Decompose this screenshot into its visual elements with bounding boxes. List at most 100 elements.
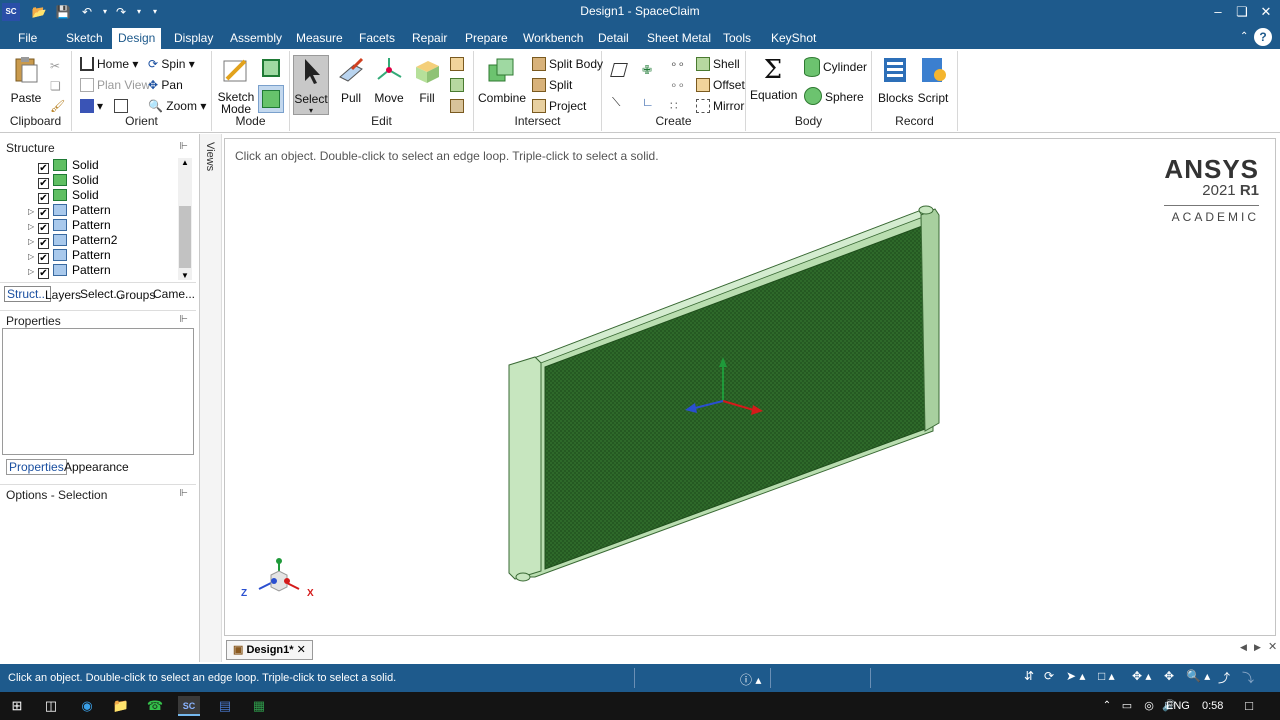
pull-button[interactable]: Pull xyxy=(334,55,368,105)
redo-view-icon[interactable]: ⤵ xyxy=(1242,669,1254,686)
windows-start-icon[interactable]: ⊞ xyxy=(6,696,28,716)
blocks-button[interactable]: Blocks xyxy=(878,55,913,105)
pan-status-icon[interactable]: ✥ xyxy=(1164,669,1174,683)
sphere-button[interactable]: Sphere xyxy=(804,87,864,105)
replace-icon[interactable] xyxy=(450,97,467,115)
tree-item[interactable]: ▷ ✔ Pattern xyxy=(28,203,111,219)
battery-icon[interactable]: ▭ xyxy=(1116,696,1138,716)
edge-browser-icon[interactable]: ◉ xyxy=(76,696,98,716)
undo-view-icon[interactable]: ⤴ xyxy=(1218,669,1230,686)
tree-item[interactable]: ✔ Solid xyxy=(28,158,99,174)
tab-repair[interactable]: Repair xyxy=(406,28,453,49)
box-select-icon[interactable]: □ ▴ xyxy=(1098,669,1115,683)
zoom-button[interactable]: 🔍 Zoom ▾ xyxy=(148,97,206,115)
tree-item[interactable]: ✔ Solid xyxy=(28,188,99,204)
help-icon[interactable]: ? xyxy=(1254,28,1272,46)
projection-icon[interactable] xyxy=(114,97,131,115)
tree-item[interactable]: ▷ ✔ Pattern2 xyxy=(28,233,117,249)
circular-pattern-icon[interactable]: ∘∘ xyxy=(670,76,685,94)
expand-arrow-icon[interactable]: ▷ xyxy=(28,219,38,234)
blend-icon[interactable] xyxy=(450,76,467,94)
tab-cameras[interactable]: Came... xyxy=(153,287,195,301)
cylinder-button[interactable]: Cylinder xyxy=(804,57,867,77)
tab-workbench[interactable]: Workbench xyxy=(517,28,589,49)
sketch-mode-button[interactable]: Sketch Mode xyxy=(216,55,256,115)
tab-sketch[interactable]: Sketch xyxy=(60,28,109,49)
move-button[interactable]: Move xyxy=(372,55,406,105)
3d-mode-icon[interactable] xyxy=(258,85,284,113)
file-explorer-icon[interactable]: 📁 xyxy=(110,696,132,716)
info-icon[interactable]: ⓘ ▴ xyxy=(740,671,761,688)
fill-pattern-icon[interactable]: ∷ xyxy=(670,97,678,115)
tab-facets[interactable]: Facets xyxy=(353,28,401,49)
tab-layers[interactable]: Layers xyxy=(45,288,81,302)
section-mode-icon[interactable] xyxy=(262,59,283,77)
scroll-down-icon[interactable]: ▼ xyxy=(181,271,189,280)
tab-scroll-right-icon[interactable]: ▶ xyxy=(1254,642,1261,653)
plan-view-button[interactable]: Plan View xyxy=(80,76,150,94)
mirror-button[interactable]: Mirror xyxy=(696,97,744,115)
offset-button[interactable]: Offset xyxy=(696,76,745,94)
tab-scroll-left-icon[interactable]: ◀ xyxy=(1240,642,1247,653)
tab-groups[interactable]: Groups xyxy=(116,288,155,302)
tab-display[interactable]: Display xyxy=(168,28,219,49)
excel-taskbar-icon[interactable]: ▦ xyxy=(248,696,270,716)
minimize-icon[interactable]: – xyxy=(1206,2,1230,22)
tab-tools[interactable]: Tools xyxy=(717,28,757,49)
properties-grid[interactable] xyxy=(2,328,194,455)
pin-icon[interactable]: ⊩ xyxy=(179,314,188,325)
restore-icon[interactable]: ❏ xyxy=(1230,2,1254,22)
view-status-icon[interactable]: ✥ ▴ xyxy=(1132,669,1151,683)
workbench-taskbar-icon[interactable]: ▤ xyxy=(214,696,236,716)
select-status-icon[interactable]: ➤ ▴ xyxy=(1066,669,1085,683)
tree-scrollbar[interactable]: ▲ ▼ xyxy=(178,158,192,280)
tree-item[interactable]: ✔ Solid xyxy=(28,173,99,189)
task-view-icon[interactable]: ◫ xyxy=(40,696,62,716)
project-button[interactable]: Project xyxy=(532,97,586,115)
tab-detail[interactable]: Detail xyxy=(592,28,635,49)
close-icon[interactable]: ✕ xyxy=(1254,2,1278,22)
close-doc-icon[interactable]: ✕ xyxy=(1268,640,1277,653)
plane-icon[interactable] xyxy=(610,61,629,79)
selection-filter-icon[interactable]: ⇵ xyxy=(1024,669,1034,683)
copy-icon[interactable]: ❏ xyxy=(50,77,61,95)
origin-icon[interactable]: ∟ xyxy=(642,93,654,111)
tab-assembly[interactable]: Assembly xyxy=(224,28,288,49)
scroll-thumb[interactable] xyxy=(179,206,191,268)
tree-item[interactable]: ▷ ✔ Pattern xyxy=(28,218,111,234)
radiator-model[interactable] xyxy=(225,139,1275,635)
wifi-icon[interactable]: ◎ xyxy=(1138,696,1160,716)
notifications-icon[interactable]: □ xyxy=(1238,696,1260,716)
expand-arrow-icon[interactable]: ▷ xyxy=(28,204,38,219)
pin-icon[interactable]: ⊩ xyxy=(179,141,188,152)
language-indicator[interactable]: ENG xyxy=(1166,700,1190,712)
split-body-button[interactable]: Split Body xyxy=(532,55,603,73)
tab-file[interactable]: File xyxy=(12,28,43,49)
cut-icon[interactable]: ✂ xyxy=(50,57,60,75)
axis-point-icon[interactable]: ✙ xyxy=(642,61,652,79)
home-button[interactable]: Home ▾ xyxy=(80,55,138,73)
tree-item[interactable]: ▷ ✔ Pattern xyxy=(28,263,111,279)
select-button[interactable]: Select ▾ xyxy=(293,55,329,115)
shell-button[interactable]: Shell xyxy=(696,55,740,73)
view-cube-button[interactable]: ▾ xyxy=(80,97,103,115)
equation-button[interactable]: Σ Equation xyxy=(750,55,797,102)
spin-status-icon[interactable]: ⟳ xyxy=(1044,669,1054,683)
scroll-up-icon[interactable]: ▲ xyxy=(181,158,189,167)
tab-sheet-metal[interactable]: Sheet Metal xyxy=(641,28,717,49)
expand-arrow-icon[interactable]: ▷ xyxy=(28,249,38,264)
doc-tab-design1[interactable]: ▣ Design1* ✕ xyxy=(226,640,313,660)
expand-arrow-icon[interactable]: ▷ xyxy=(28,234,38,249)
close-tab-icon[interactable]: ✕ xyxy=(297,644,306,656)
spaceclaim-taskbar-icon[interactable]: SC xyxy=(178,696,200,716)
tree-item[interactable]: ▷ ✔ Pattern xyxy=(28,248,111,264)
zoom-status-icon[interactable]: 🔍 ▴ xyxy=(1186,669,1210,683)
spin-button[interactable]: ⟳ Spin ▾ xyxy=(148,55,195,73)
tab-appearance[interactable]: Appearance xyxy=(64,460,129,474)
tab-measure[interactable]: Measure xyxy=(290,28,349,49)
script-button[interactable]: Script xyxy=(916,55,950,105)
whatsapp-icon[interactable]: ☎ xyxy=(144,696,166,716)
views-tab[interactable]: Views xyxy=(204,142,216,171)
fill-button[interactable]: Fill xyxy=(410,55,444,105)
graphics-viewport[interactable]: Click an object. Double-click to select … xyxy=(224,138,1276,636)
